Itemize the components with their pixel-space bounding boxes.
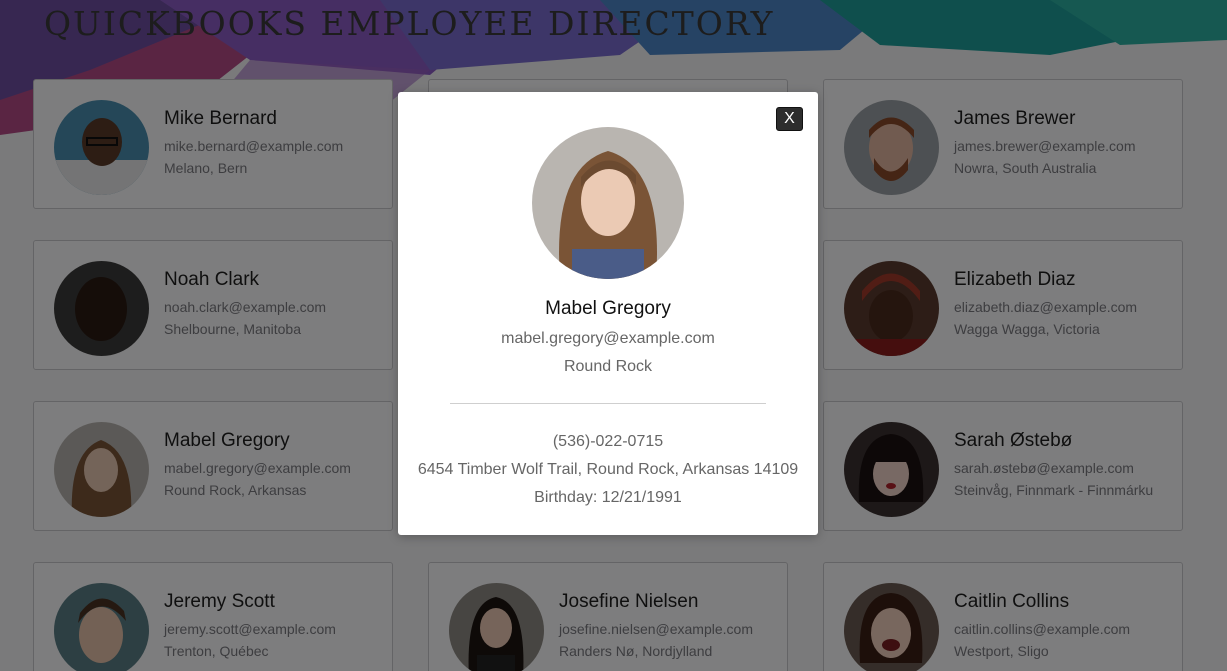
modal-name: Mabel Gregory: [545, 298, 671, 319]
modal-avatar: [532, 127, 684, 279]
modal-email: mabel.gregory@example.com: [501, 330, 715, 347]
modal-divider: [450, 403, 766, 404]
modal-birthday: Birthday: 12/21/1991: [534, 489, 682, 506]
employee-modal: X Mabel Gregory mabel.gregory@example.co…: [398, 92, 818, 535]
modal-phone: (536)-022-0715: [552, 433, 664, 450]
modal-address: 6454 Timber Wolf Trail, Round Rock, Arka…: [417, 461, 799, 478]
modal-city: Round Rock: [563, 358, 653, 375]
close-button[interactable]: X: [776, 107, 803, 131]
